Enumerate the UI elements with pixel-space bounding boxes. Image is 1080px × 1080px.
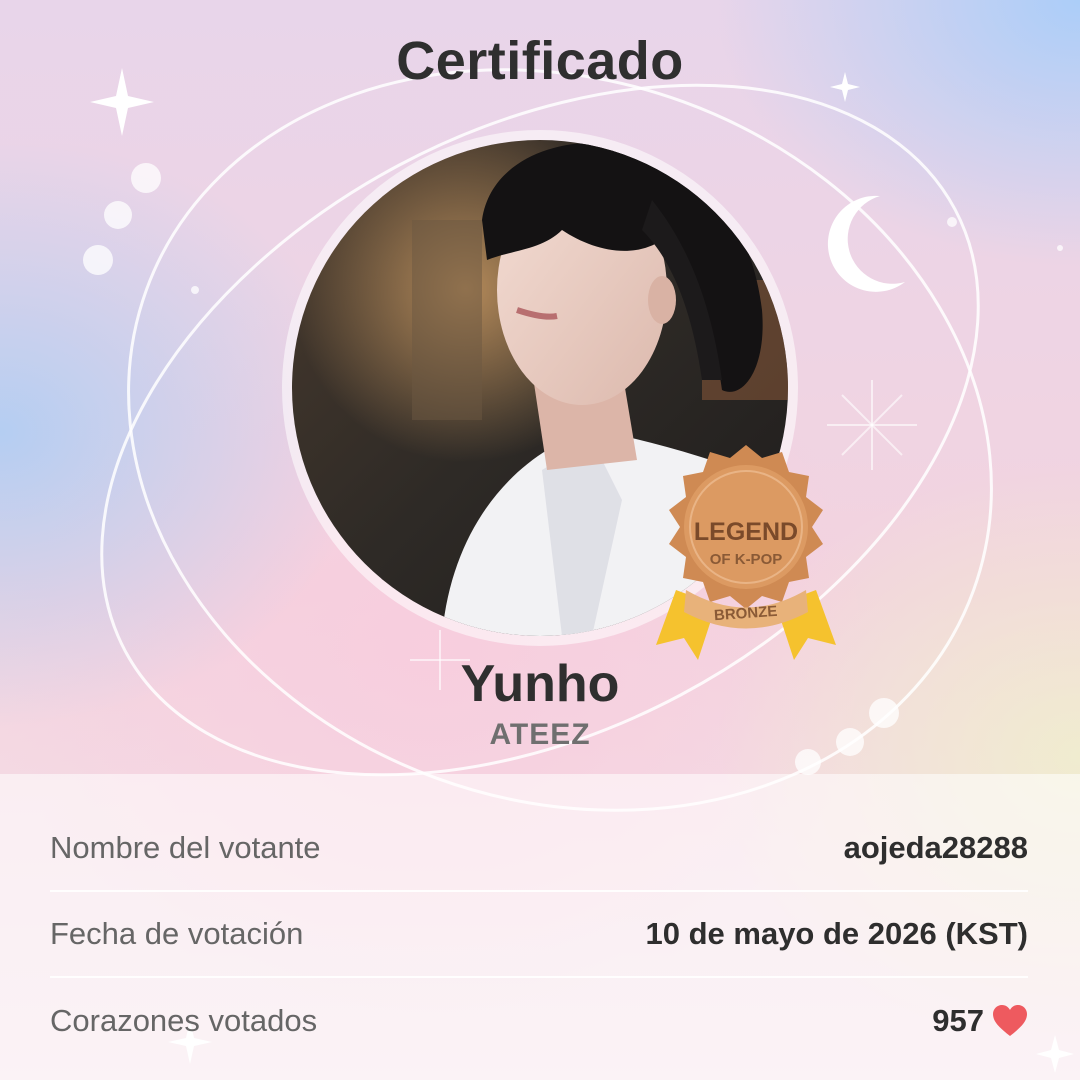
legend-badge: LEGEND OF K-POP BRONZE xyxy=(646,440,846,660)
detail-row-hearts: Corazones votados 957 xyxy=(50,978,1028,1064)
voter-value: aojeda28288 xyxy=(843,830,1028,865)
idol-name: Yunho xyxy=(460,655,620,713)
heart-icon xyxy=(993,1005,1027,1036)
voter-label: Nombre del votante xyxy=(50,830,321,865)
badge-line1: LEGEND xyxy=(694,518,798,546)
detail-row-date: Fecha de votación 10 de mayo de 2026 (KS… xyxy=(50,892,1028,978)
hearts-value-wrap: 957 xyxy=(932,1003,1028,1039)
date-value: 10 de mayo de 2026 (KST) xyxy=(645,916,1029,951)
hearts-count: 957 xyxy=(932,1003,984,1038)
badge-line2: OF K-POP xyxy=(710,551,783,568)
certificate-title: Certificado xyxy=(396,31,684,91)
details-panel: Nombre del votante aojeda28288 Fecha de … xyxy=(0,774,1080,1080)
detail-row-voter: Nombre del votante aojeda28288 xyxy=(50,806,1028,892)
date-label: Fecha de votación xyxy=(50,916,304,951)
group-name: ATEEZ xyxy=(489,718,591,751)
hearts-label: Corazones votados xyxy=(50,1003,318,1038)
